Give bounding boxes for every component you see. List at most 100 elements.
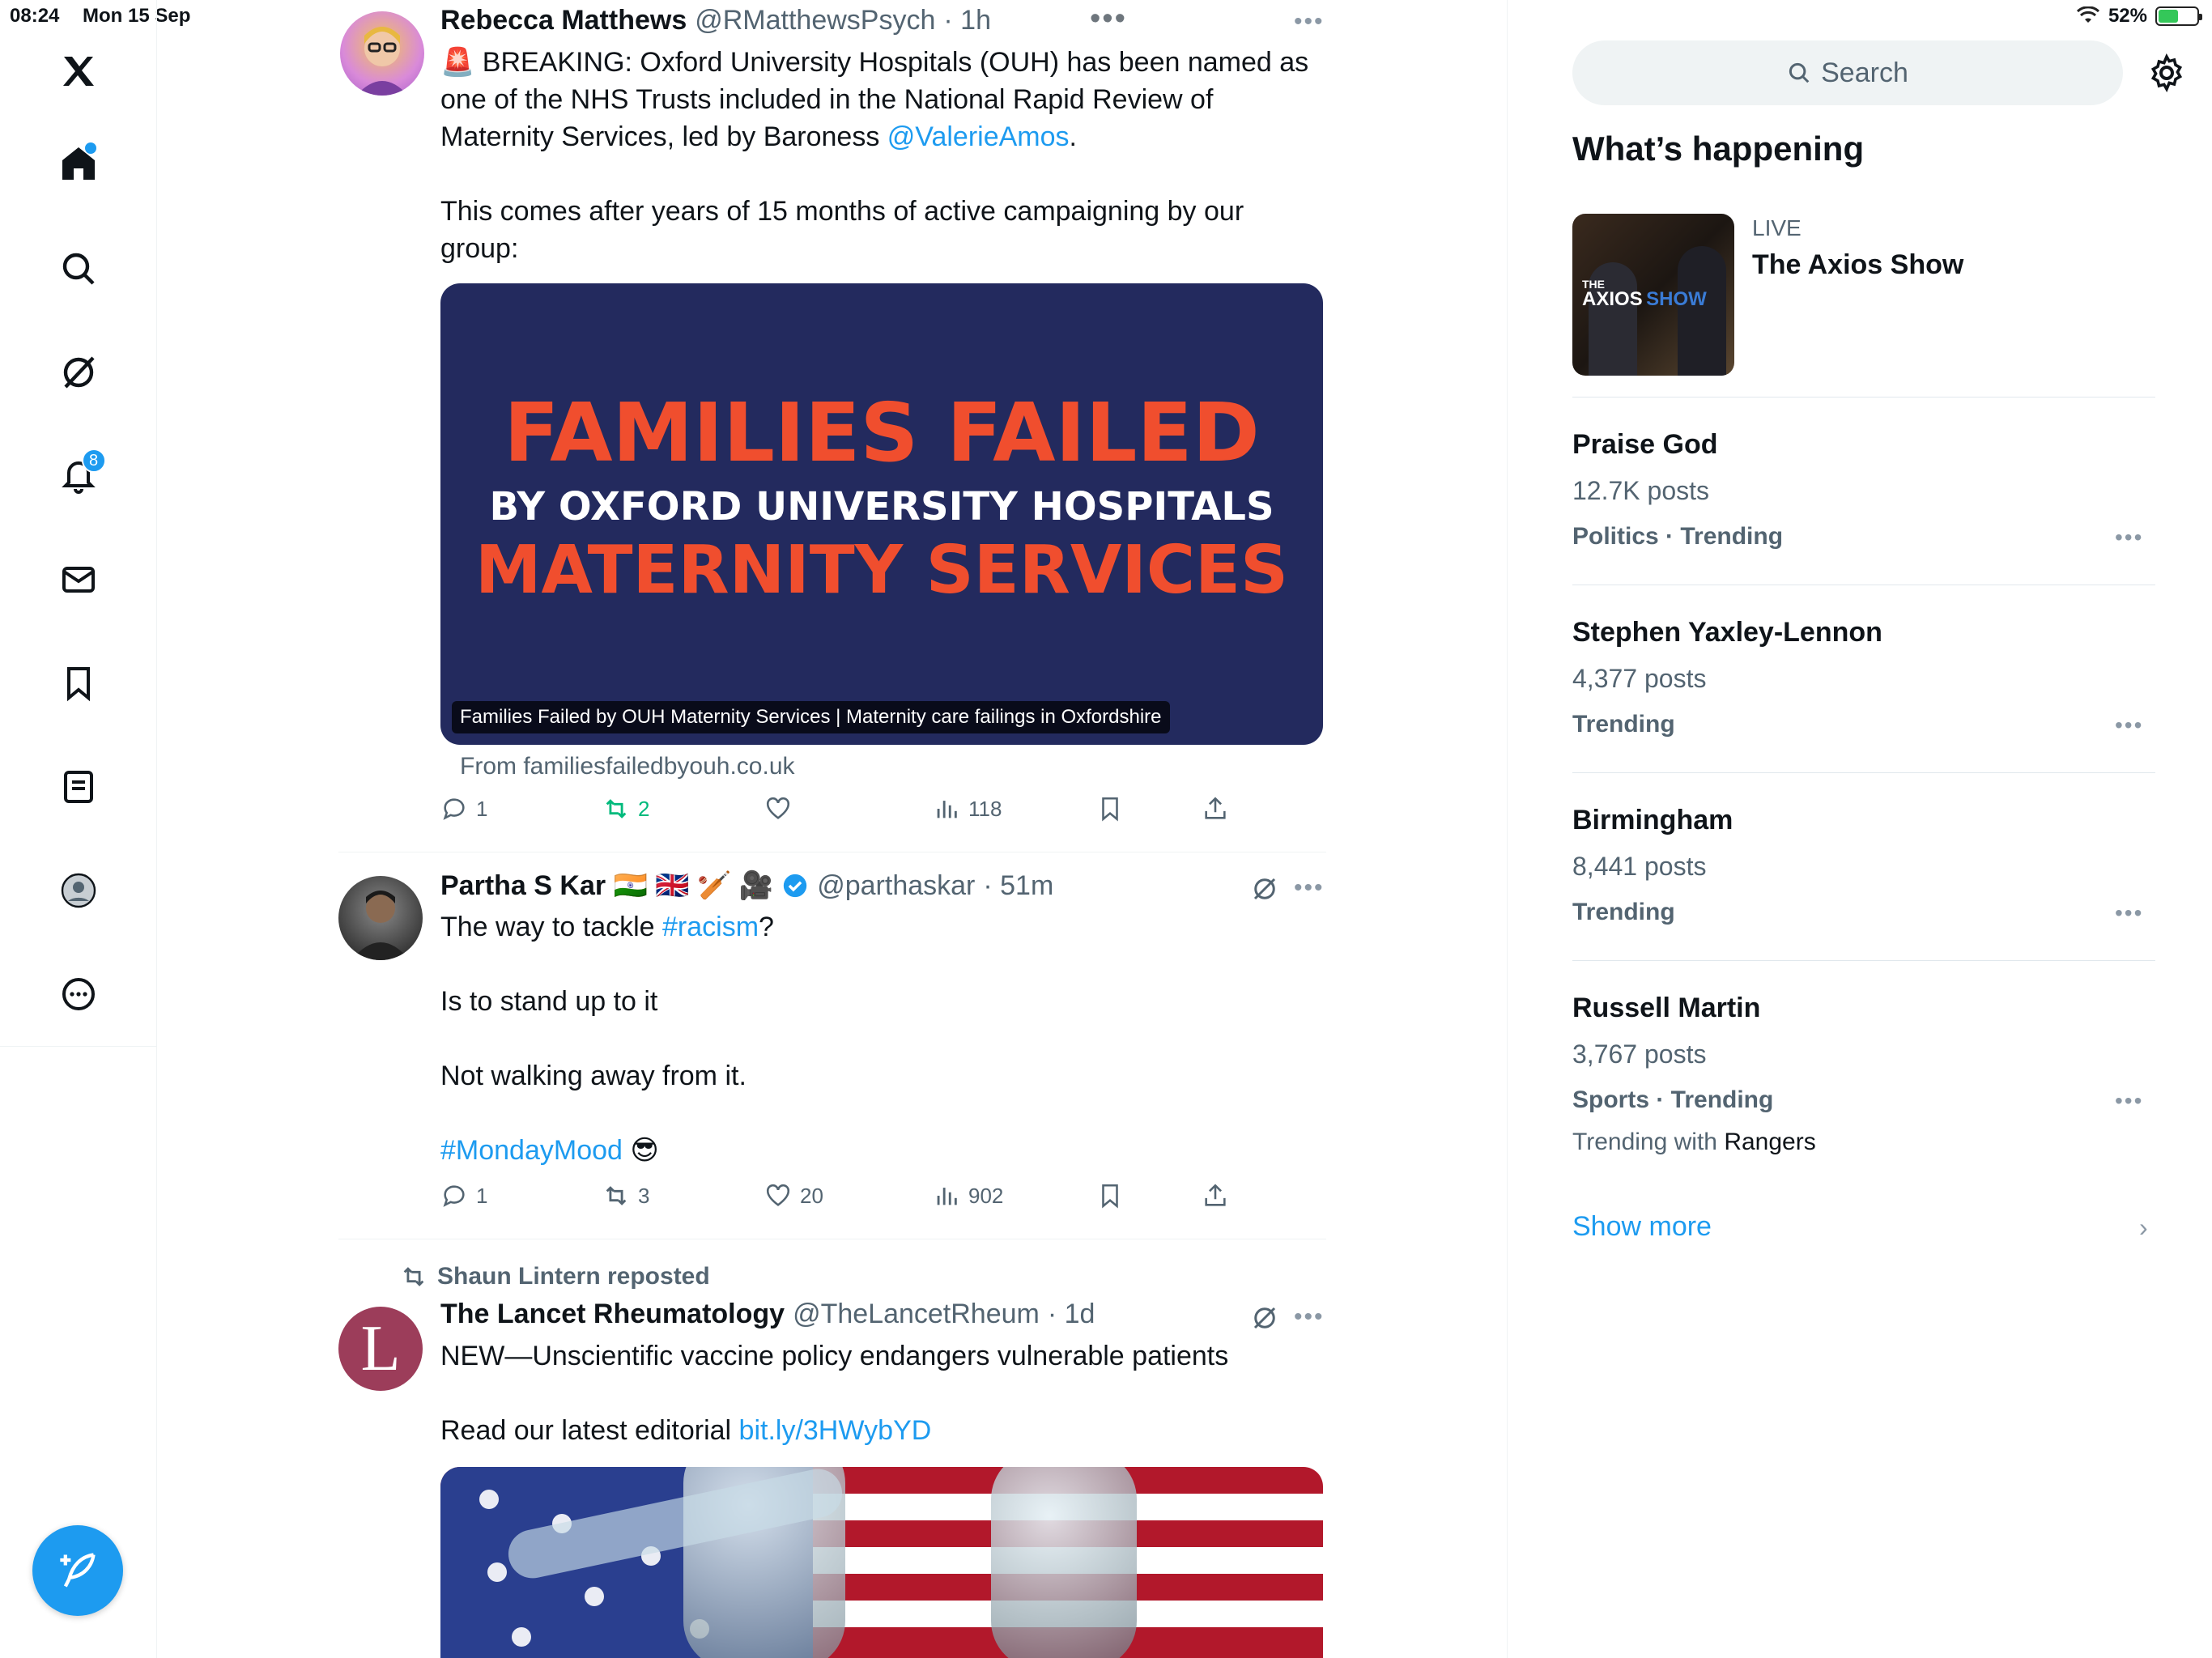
views-chart-icon (937, 801, 957, 818)
tweet3-text-prefix: Read our latest editorial (440, 1415, 739, 1446)
card-source-domain[interactable]: From familiesfailedbyouh.co.uk (460, 753, 795, 780)
tweet2-header: Partha S Kar 🇮🇳 🇬🇧 🏏 🎥 @parthaskar · 51m (440, 869, 1053, 902)
tweet1-actions: 1 2 118 (440, 795, 1331, 831)
profile-icon[interactable] (46, 858, 111, 923)
repost-icon (606, 799, 627, 818)
tweet3-repost-by: Shaun Lintern reposted (437, 1263, 710, 1290)
whats-happening-title: What’s happening (1572, 130, 1865, 168)
tweet2-repost-count: 3 (638, 1183, 650, 1208)
avatar-partha-s-kar[interactable] (338, 876, 423, 960)
trend-more-icon[interactable]: ••• (2115, 1088, 2143, 1114)
x-logo-icon[interactable] (46, 39, 111, 104)
grok-icon[interactable] (46, 340, 111, 405)
tweet2-hashtag-mondaymood[interactable]: #MondayMood (440, 1135, 623, 1166)
right-sidebar: Search What’s happening THE AXIOS SHOW L… (1508, 0, 2212, 1658)
search-bar[interactable]: Search (1572, 40, 2123, 105)
tweet3-more-icon[interactable]: ••• (1294, 1303, 1325, 1331)
tweet2-more-icon[interactable]: ••• (1294, 874, 1325, 902)
trend-more-icon[interactable]: ••• (2115, 900, 2143, 926)
tweet1-repost-button[interactable]: 2 (602, 795, 649, 823)
thumb-show-logo: THE AXIOS SHOW (1582, 278, 1707, 309)
tweet1-reply-count: 1 (476, 796, 488, 821)
tweet2-handle[interactable]: @parthaskar (817, 870, 975, 902)
trend-name[interactable]: Praise God (1572, 429, 1718, 461)
tweet1-more-icon[interactable]: ••• (1294, 8, 1325, 36)
avatar-rebecca-matthews[interactable] (340, 11, 424, 96)
search-placeholder: Search (1821, 57, 1908, 88)
share-icon (1205, 797, 1226, 819)
bookmark-icon (1102, 797, 1118, 822)
tweet1-reply-button[interactable]: 1 (440, 795, 487, 823)
home-icon[interactable] (46, 131, 111, 196)
tweet1-link-card[interactable]: FAMILIES FAILED BY OXFORD UNIVERSITY HOS… (440, 283, 1323, 745)
notifications-bell-icon[interactable]: 8 (46, 444, 111, 508)
trend-trending-with: Trending with Rangers (1572, 1129, 1816, 1156)
tweet1-author-name[interactable]: Rebecca Matthews (440, 5, 687, 36)
search-icon (1789, 62, 1810, 83)
tweet2-text: The way to tackle #racism? Is to stand u… (440, 908, 1331, 1169)
trends-separator (1572, 960, 2155, 961)
card-headline-1: FAMILIES FAILED (504, 385, 1260, 480)
live-thumbnail[interactable]: THE AXIOS SHOW (1572, 214, 1734, 376)
repost-icon (606, 1186, 627, 1205)
trend-with-name[interactable]: Rangers (1724, 1129, 1815, 1155)
tweet2-reply-button[interactable]: 1 (440, 1182, 487, 1209)
trend-category: Trending (1572, 899, 1675, 925)
tweet1-views-button[interactable]: 118 (933, 795, 1002, 823)
thumb-text-axios: AXIOS (1582, 288, 1643, 310)
tweet3-link[interactable]: bit.ly/3HWybYD (739, 1415, 932, 1446)
tweet2-like-count: 20 (800, 1183, 823, 1208)
chevron-right-icon: › (2139, 1213, 2148, 1242)
top-dots-indicator: ••• (1090, 2, 1127, 36)
tweet2-hashtag-racism[interactable]: #racism (662, 912, 759, 942)
avatar-letter: L (360, 1313, 401, 1384)
tweet2-share-button[interactable] (1202, 1182, 1229, 1209)
tweet1-text-part1: 🚨 BREAKING: Oxford University Hospitals … (440, 47, 1309, 152)
tweet3-header: The Lancet Rheumatology @TheLancetRheum … (440, 1299, 1095, 1330)
tweet1-bookmark-button[interactable] (1096, 795, 1124, 823)
share-icon (1205, 1184, 1226, 1206)
trend-more-icon[interactable]: ••• (2115, 712, 2143, 738)
live-title[interactable]: The Axios Show (1752, 249, 1963, 281)
tweet2-views-button[interactable]: 902 (933, 1182, 1003, 1209)
settings-gear-icon[interactable] (2147, 53, 2186, 92)
tweet1-like-button[interactable] (764, 795, 800, 823)
compose-feather-icon (60, 1553, 96, 1588)
tweet2-grok-icon[interactable] (1250, 874, 1279, 903)
tweet3-author-name[interactable]: The Lancet Rheumatology (440, 1299, 785, 1330)
card-headline-2: BY OXFORD UNIVERSITY HOSPITALS (489, 484, 1274, 529)
tweet2-author-name[interactable]: Partha S Kar 🇮🇳 🇬🇧 🏏 🎥 (440, 869, 773, 902)
trend-more-icon[interactable]: ••• (2115, 525, 2143, 551)
tweet2-text-part1: The way to tackle (440, 912, 663, 942)
tweet2-like-button[interactable]: 20 (764, 1182, 823, 1209)
tweet2-repost-button[interactable]: 3 (602, 1182, 649, 1209)
vaccine-vial-2 (991, 1467, 1137, 1658)
tweet3-image-card[interactable] (440, 1467, 1323, 1658)
views-chart-icon (937, 1188, 957, 1205)
tweet1-handle[interactable]: @RMatthewsPsych (695, 5, 935, 36)
repost-context-icon (403, 1267, 424, 1286)
tweet1-view-count: 118 (968, 796, 1002, 821)
bookmarks-icon[interactable] (46, 651, 111, 716)
tweet3-repost-context[interactable]: Shaun Lintern reposted (400, 1263, 710, 1290)
trend-category: Trending (1572, 711, 1675, 738)
tweet1-mention-link[interactable]: @ValerieAmos (887, 121, 1070, 152)
more-options-icon[interactable] (46, 962, 111, 1027)
tweet3-grok-icon[interactable] (1250, 1303, 1279, 1333)
trend-name[interactable]: Russell Martin (1572, 993, 1760, 1024)
tweet2-reply-count: 1 (476, 1183, 488, 1208)
tweet2-bookmark-button[interactable] (1096, 1182, 1124, 1209)
compose-post-button[interactable] (32, 1525, 123, 1616)
tweet2-view-count: 902 (968, 1183, 1004, 1208)
show-more-link[interactable]: Show more (1572, 1211, 1712, 1243)
trend-name[interactable]: Stephen Yaxley-Lennon (1572, 617, 1882, 648)
trend-category: Politics · Trending (1572, 523, 1784, 550)
avatar-lancet-rheumatology[interactable]: L (338, 1307, 423, 1391)
messages-envelope-icon[interactable] (46, 547, 111, 612)
tweet1-time: · 1h (943, 5, 991, 36)
explore-search-icon[interactable] (46, 236, 111, 301)
tweet1-share-button[interactable] (1202, 795, 1229, 823)
lists-icon[interactable] (46, 755, 111, 819)
tweet3-handle[interactable]: @TheLancetRheum (793, 1299, 1040, 1330)
trend-name[interactable]: Birmingham (1572, 805, 1733, 836)
